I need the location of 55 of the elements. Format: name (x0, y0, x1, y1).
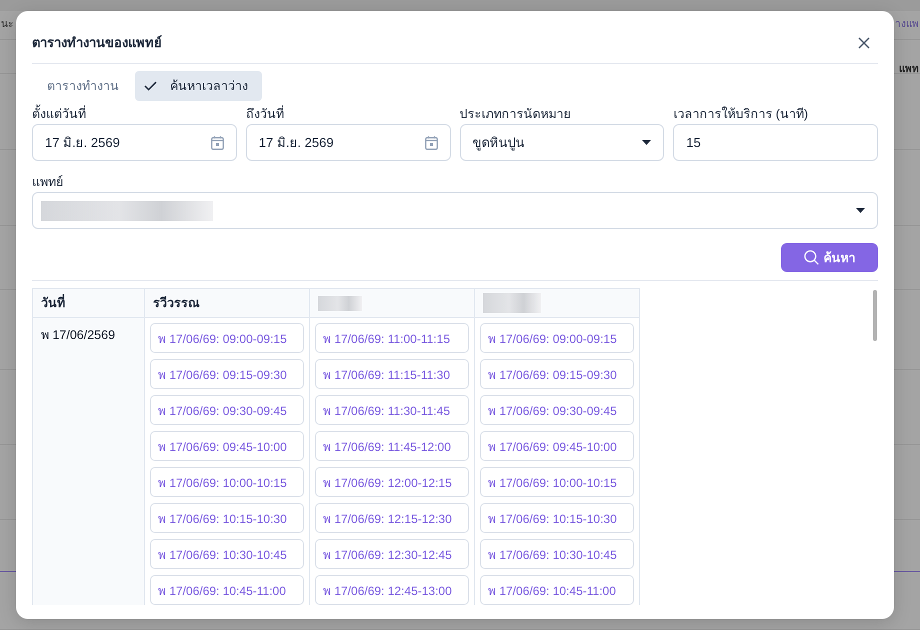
table-header-cell: รวีวรรณ (145, 289, 310, 318)
number-field[interactable]: 15 (673, 124, 878, 161)
field-label: ประเภทการนัดหมาย (460, 106, 570, 122)
time-slot-button[interactable]: พ 17/06/69: 10:45-11:00 (150, 575, 304, 605)
field-label: เวลาการให้บริการ (นาที) (673, 106, 808, 122)
time-slot-button[interactable]: พ 17/06/69: 12:45-13:00 (315, 575, 469, 605)
dialog-title: ตารางทำงานของแพทย์ (32, 34, 162, 52)
time-slot-button[interactable]: พ 17/06/69: 12:00-12:15 (315, 467, 469, 497)
time-slot-button[interactable]: พ 17/06/69: 09:45-10:00 (150, 431, 304, 461)
time-slot-button[interactable]: พ 17/06/69: 11:00-11:15 (315, 323, 469, 353)
field-label: ถึงวันที่ (246, 106, 284, 122)
caret-icon (856, 208, 865, 213)
background-cell-text: นะ (1, 18, 13, 32)
search-button[interactable]: ค้นหา (781, 243, 878, 272)
time-slot-button[interactable]: พ 17/06/69: 09:15-09:30 (480, 359, 634, 389)
table-header-cell: วันที่ (33, 289, 145, 318)
calendar-icon (210, 136, 224, 150)
time-slot-button[interactable]: พ 17/06/69: 10:45-11:00 (480, 575, 634, 605)
blurred-name-block (483, 293, 541, 313)
time-slot-button[interactable]: พ 17/06/69: 12:30-12:45 (315, 539, 469, 569)
time-slot-button[interactable]: พ 17/06/69: 11:15-11:30 (315, 359, 469, 389)
tab[interactable]: ค้นหาเวลาว่าง (135, 71, 262, 101)
time-slot-button[interactable]: พ 17/06/69: 09:45-10:00 (480, 431, 634, 461)
calendar-icon (424, 136, 438, 150)
scrollbar-thumb[interactable] (873, 290, 877, 341)
time-slot-button[interactable]: พ 17/06/69: 09:00-09:15 (150, 323, 304, 353)
blurred-name-block (318, 296, 362, 310)
time-slot-button[interactable]: พ 17/06/69: 10:15-10:30 (480, 503, 634, 533)
time-slot-button[interactable]: พ 17/06/69: 10:00-10:15 (150, 467, 304, 497)
check-icon (144, 81, 157, 91)
time-slot-button[interactable]: พ 17/06/69: 09:00-09:15 (480, 323, 634, 353)
date-field[interactable]: 17 มิ.ย. 2569 (32, 124, 237, 161)
background-link[interactable]: างแพ (895, 18, 919, 32)
caret-icon (642, 140, 652, 145)
close-icon (858, 37, 870, 49)
time-slot-button[interactable]: พ 17/06/69: 09:30-09:45 (480, 395, 634, 425)
time-slot-button[interactable]: พ 17/06/69: 10:00-10:15 (480, 467, 634, 497)
time-slot-button[interactable]: พ 17/06/69: 10:30-10:45 (150, 539, 304, 569)
time-slot-button[interactable]: พ 17/06/69: 09:15-09:30 (150, 359, 304, 389)
search-icon (804, 250, 818, 265)
close-button[interactable] (858, 37, 870, 49)
time-slot-button[interactable]: พ 17/06/69: 12:15-12:30 (315, 503, 469, 533)
time-slot-button[interactable]: พ 17/06/69: 10:30-10:45 (480, 539, 634, 569)
date-field[interactable]: 17 มิ.ย. 2569 (246, 124, 450, 161)
time-slot-button[interactable]: พ 17/06/69: 11:45-12:00 (315, 431, 469, 461)
field-label: ตั้งแต่วันที่ (32, 106, 86, 122)
time-slot-button[interactable]: พ 17/06/69: 10:15-10:30 (150, 503, 304, 533)
time-slot-button[interactable]: พ 17/06/69: 09:30-09:45 (150, 395, 304, 425)
select-field[interactable]: ขูดหินปูน (460, 124, 664, 161)
field-label: แพทย์ (32, 174, 63, 190)
select-field[interactable] (32, 192, 878, 229)
time-slot-button[interactable]: พ 17/06/69: 11:30-11:45 (315, 395, 469, 425)
tab[interactable]: ตารางทำงาน (32, 71, 135, 101)
date-cell: พ 17/06/2569 (33, 318, 145, 605)
background-column-header: แพท (899, 63, 919, 77)
